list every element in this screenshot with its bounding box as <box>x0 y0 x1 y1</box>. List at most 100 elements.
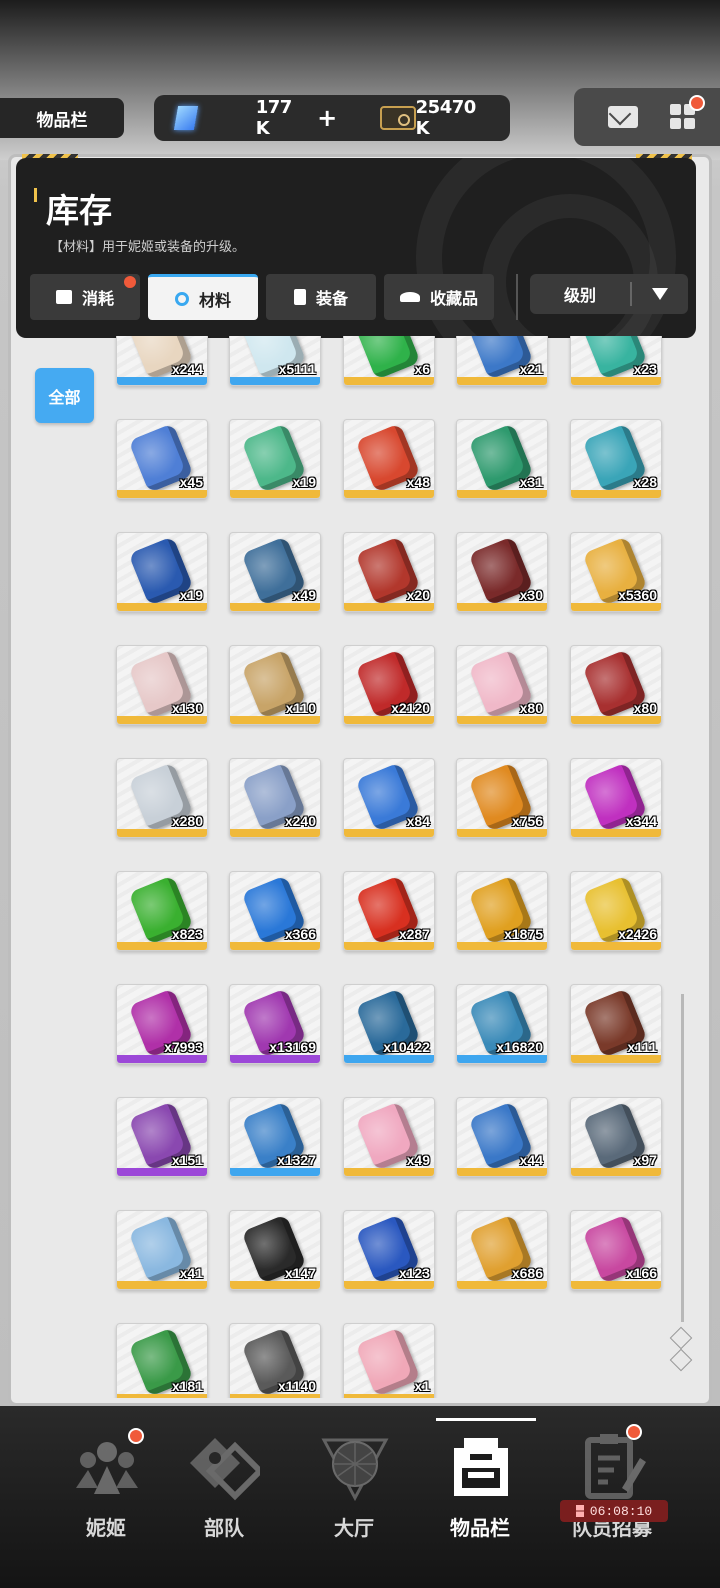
timer-text: 06:08:10 <box>589 1503 653 1519</box>
item-slot[interactable]: x80 <box>456 645 548 725</box>
rarity-bar <box>457 490 547 498</box>
item-count: x19 <box>179 587 203 603</box>
add-gems-button[interactable]: + <box>316 106 338 130</box>
item-slot[interactable]: x31 <box>456 419 548 499</box>
credit-amount: 25470 K <box>415 97 477 139</box>
item-slot[interactable]: x16820 <box>456 984 548 1064</box>
item-slot[interactable]: x244 <box>116 336 208 386</box>
item-count: x686 <box>511 1265 543 1281</box>
item-count: x823 <box>171 926 203 942</box>
item-slot[interactable]: x1 <box>343 1323 435 1398</box>
item-slot[interactable]: x823 <box>116 871 208 951</box>
item-slot[interactable]: x1875 <box>456 871 548 951</box>
item-slot[interactable]: x49 <box>229 532 321 612</box>
item-slot[interactable]: x1327 <box>229 1097 321 1177</box>
nav-lobby[interactable]: 大厅 <box>294 1420 414 1560</box>
item-count: x181 <box>171 1378 203 1394</box>
nav-notification-dot <box>128 1428 144 1444</box>
item-slot[interactable]: x97 <box>570 1097 662 1177</box>
nav-nikke[interactable]: 妮姬 <box>46 1420 166 1560</box>
item-slot[interactable]: x111 <box>570 984 662 1064</box>
rarity-bar <box>344 377 434 385</box>
item-slot[interactable]: x7993 <box>116 984 208 1064</box>
item-slot[interactable]: x28 <box>570 419 662 499</box>
inventory-icon <box>454 1438 508 1496</box>
item-slot[interactable]: x21 <box>456 336 548 386</box>
item-count: x756 <box>511 813 543 829</box>
item-slot[interactable]: x10422 <box>343 984 435 1064</box>
nav-recruit[interactable]: 队员招募 <box>552 1420 672 1560</box>
rarity-bar <box>344 716 434 724</box>
item-slot[interactable]: x280 <box>116 758 208 838</box>
item-slot[interactable]: x13169 <box>229 984 321 1064</box>
sort-divider <box>630 282 632 306</box>
item-slot[interactable]: x287 <box>343 871 435 951</box>
mail-icon[interactable] <box>608 106 638 128</box>
tab-label: 材料 <box>198 290 231 310</box>
item-slot[interactable]: x2120 <box>343 645 435 725</box>
rarity-bar <box>117 829 207 837</box>
tab-consumables[interactable]: 消耗 <box>30 274 140 320</box>
tab-materials[interactable]: 材料 <box>148 274 258 320</box>
item-slot[interactable]: x20 <box>343 532 435 612</box>
item-count: x19 <box>292 474 316 490</box>
item-slot[interactable]: x5360 <box>570 532 662 612</box>
item-count: x2426 <box>618 926 657 942</box>
item-slot[interactable]: x130 <box>116 645 208 725</box>
item-slot[interactable]: x5111 <box>229 336 321 386</box>
item-slot[interactable]: x344 <box>570 758 662 838</box>
tab-label: 装备 <box>315 289 348 308</box>
item-slot[interactable]: x49 <box>343 1097 435 1177</box>
item-slot[interactable]: x6 <box>343 336 435 386</box>
item-slot[interactable]: x147 <box>229 1210 321 1290</box>
item-slot[interactable]: x44 <box>456 1097 548 1177</box>
item-slot[interactable]: x48 <box>343 419 435 499</box>
item-slot[interactable]: x19 <box>116 532 208 612</box>
item-count: x5111 <box>278 361 316 377</box>
item-slot[interactable]: x181 <box>116 1323 208 1398</box>
item-slot[interactable]: x41 <box>116 1210 208 1290</box>
chevron-down-icon <box>652 288 668 300</box>
currency-bar: 177 K + 25470 K <box>154 95 510 141</box>
item-slot[interactable]: x84 <box>343 758 435 838</box>
item-count: x7993 <box>164 1039 203 1055</box>
item-slot[interactable]: x45 <box>116 419 208 499</box>
item-slot[interactable]: x166 <box>570 1210 662 1290</box>
item-slot[interactable]: x30 <box>456 532 548 612</box>
sort-dropdown[interactable]: 级别 <box>530 274 688 314</box>
squad-icon <box>190 1438 260 1501</box>
item-count: x1327 <box>277 1152 316 1168</box>
item-count: x1140 <box>277 1378 316 1394</box>
item-count: x20 <box>406 587 430 603</box>
item-slot[interactable]: x110 <box>229 645 321 725</box>
item-slot[interactable]: x756 <box>456 758 548 838</box>
item-count: x1875 <box>504 926 543 942</box>
tab-equipment[interactable]: 装备 <box>266 274 376 320</box>
item-count: x110 <box>285 700 316 716</box>
item-slot[interactable]: x151 <box>116 1097 208 1177</box>
item-slot[interactable]: x19 <box>229 419 321 499</box>
rarity-bar <box>457 1281 547 1289</box>
inventory-header: 库存 【材料】用于妮姬或装备的升级。 消耗 材料 装备 收藏品 级别 <box>16 158 696 338</box>
item-slot[interactable]: x80 <box>570 645 662 725</box>
item-slot[interactable]: x23 <box>570 336 662 386</box>
item-slot[interactable]: x123 <box>343 1210 435 1290</box>
item-grid: x244 x5111 x6 x21 x23 x45 x19 x48 x31 x28 x19 x49 x2… <box>0 336 720 1398</box>
material-icon <box>174 291 189 306</box>
nav-label: 大厅 <box>334 1516 374 1540</box>
item-count: x6 <box>414 361 430 377</box>
item-slot[interactable]: x2426 <box>570 871 662 951</box>
item-count: x244 <box>171 361 203 377</box>
nav-inventory[interactable]: 物品栏 <box>420 1420 540 1560</box>
nav-label: 妮姬 <box>86 1516 126 1540</box>
item-slot[interactable]: x1140 <box>229 1323 321 1398</box>
item-count: x151 <box>171 1152 203 1168</box>
item-slot[interactable]: x240 <box>229 758 321 838</box>
item-count: x280 <box>171 813 203 829</box>
item-slot[interactable]: x366 <box>229 871 321 951</box>
scrollbar[interactable] <box>681 994 684 1322</box>
nav-squad[interactable]: 部队 <box>164 1420 284 1560</box>
item-count: x130 <box>171 700 203 716</box>
tab-collectibles[interactable]: 收藏品 <box>384 274 494 320</box>
item-slot[interactable]: x686 <box>456 1210 548 1290</box>
